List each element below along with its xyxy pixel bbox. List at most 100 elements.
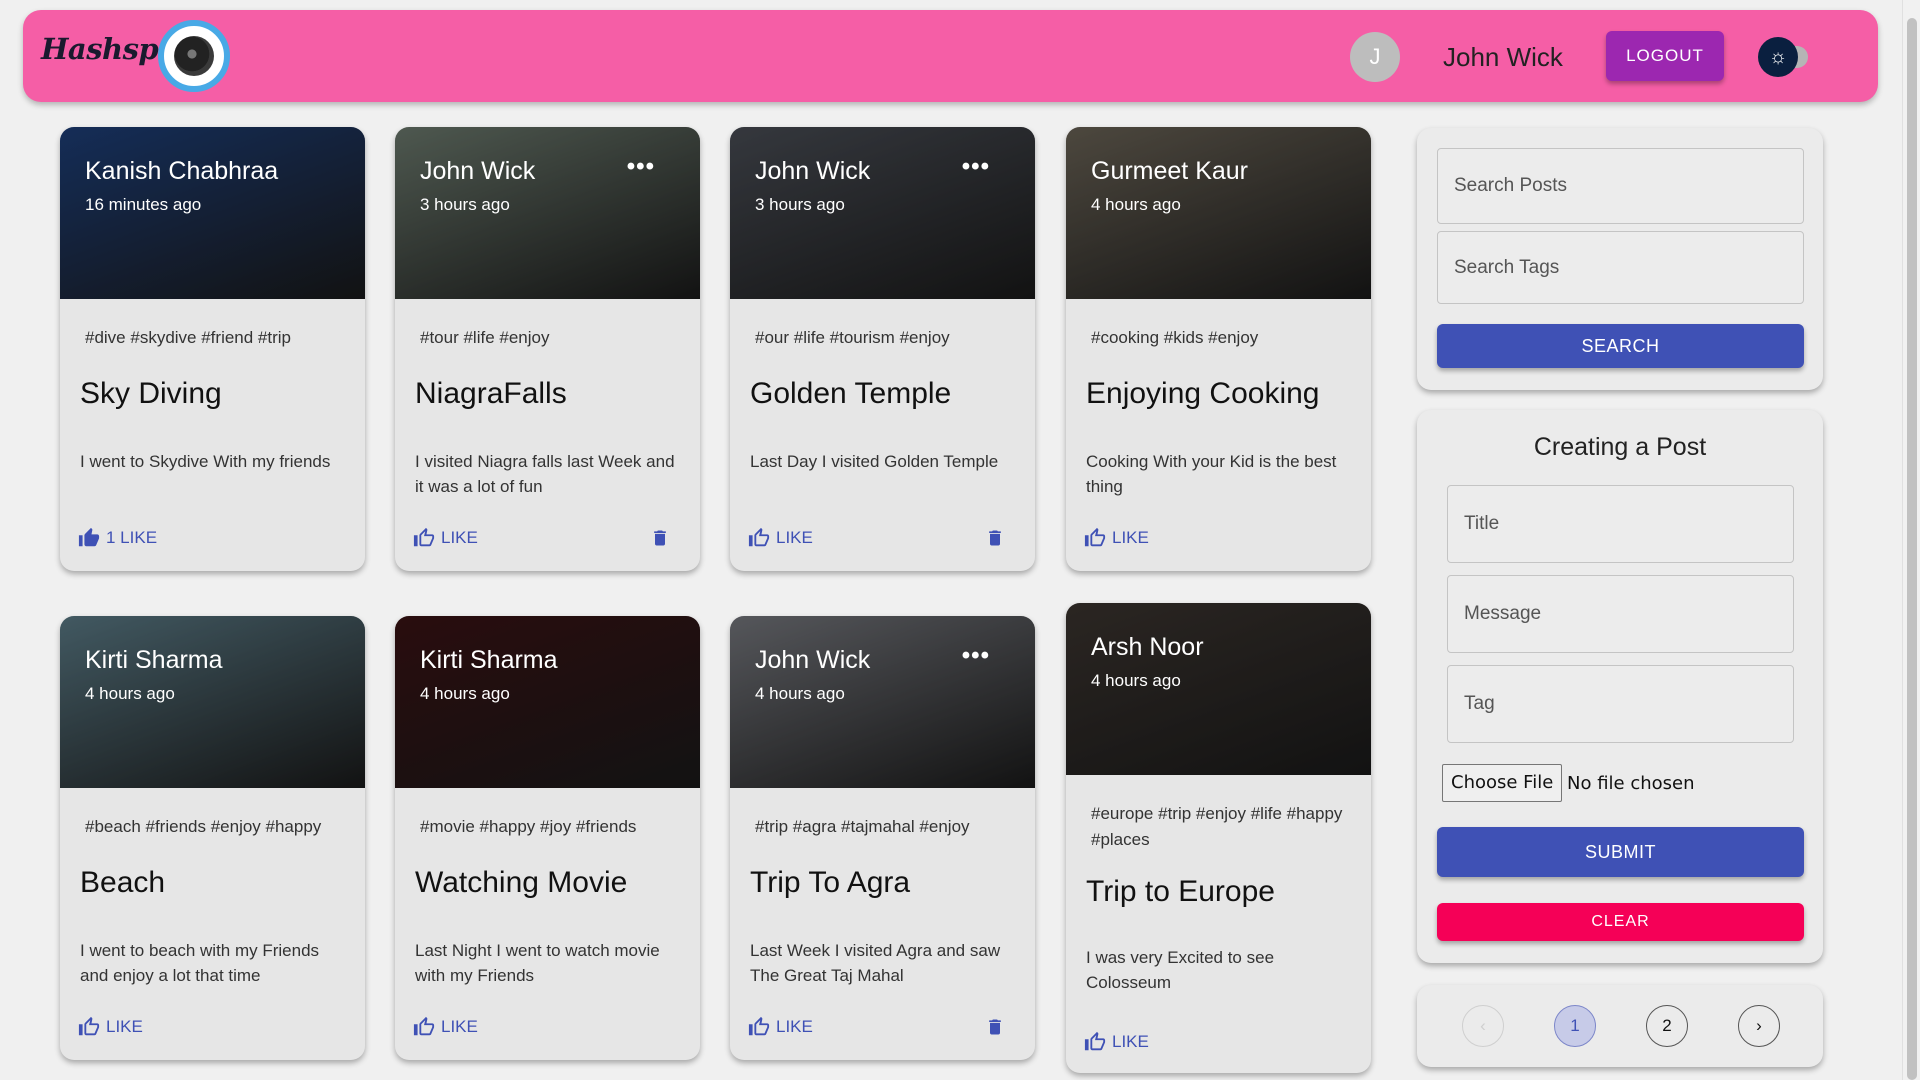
search-tags-placeholder: Search Tags [1454,256,1560,278]
delete-icon[interactable] [985,1016,1005,1038]
post-title: Enjoying Cooking [1086,377,1320,410]
page-scrollbar[interactable] [1902,0,1920,1080]
file-status: No file chosen [1567,773,1695,794]
thumb-up-outline-icon [413,527,435,547]
post-tags: #cooking #kids #enjoy [1091,328,1259,347]
thumb-up-outline-icon [413,1016,435,1036]
title-input[interactable]: Title [1447,485,1794,563]
post-time: 3 hours ago [755,195,845,214]
post-tags: #trip #agra #tajmahal #enjoy [755,817,970,836]
like-button[interactable]: LIKE [413,1016,478,1038]
search-button[interactable]: SEARCH [1437,324,1804,368]
post-author: Kanish Chabhraa [85,157,279,185]
post-author: John Wick [755,157,871,185]
post-card[interactable]: John Wick 4 hours ago ••• #trip #agra #tajm… [730,616,1035,1060]
post-tags: #our #life #tourism #enjoy [755,328,950,347]
post-author: John Wick [755,646,871,674]
like-button[interactable]: LIKE [748,527,813,549]
post-time: 16 minutes ago [85,195,202,214]
post-message: Last Day I visited Golden Temple [750,452,999,471]
post-title: Trip to Europe [1086,875,1275,908]
pagination-panel: ‹ 1 2 › [1417,985,1823,1067]
post-author: Gurmeet Kaur [1091,157,1249,185]
post-tags: #dive #skydive #friend #trip [85,328,292,347]
post-author: Arsh Noor [1091,633,1204,661]
message-input[interactable]: Message [1447,575,1794,653]
logout-button[interactable]: LOGOUT [1606,31,1724,81]
post-time: 4 hours ago [420,684,510,703]
page-button-2[interactable]: 2 [1646,1005,1688,1047]
post-time: 3 hours ago [420,195,510,214]
delete-button[interactable] [650,527,670,549]
search-tags-input[interactable]: Search Tags [1437,231,1804,304]
username: John Wick [1443,42,1563,72]
post-author: Kirti Sharma [85,646,223,674]
post-message: Last Week I visited Agra and saw The Gre… [750,941,1001,985]
post-card[interactable]: John Wick 3 hours ago ••• #tour #life #enjo… [395,127,700,571]
post-title: Watching Movie [415,866,628,899]
like-label: LIKE [441,1017,478,1036]
message-placeholder: Message [1464,603,1542,624]
search-posts-placeholder: Search Posts [1454,175,1567,196]
more-options-icon[interactable]: ••• [962,153,990,181]
post-title: Beach [80,866,166,899]
post-tags: #tour #life #enjoy [420,328,550,347]
post-card[interactable]: Arsh Noor 4 hours ago #europe #trip #enjoy… [1066,603,1371,1073]
post-time: 4 hours ago [1091,195,1181,214]
like-button[interactable]: LIKE [78,1016,143,1038]
post-author: Kirti Sharma [420,646,558,674]
like-label: LIKE [106,1017,143,1036]
post-card[interactable]: Kanish Chabhraa 16 minutes ago #dive #skyd… [60,127,365,571]
post-tags: #beach #friends #enjoy #happy [85,817,322,836]
tag-placeholder: Tag [1464,693,1495,714]
delete-icon[interactable] [985,527,1005,549]
delete-button[interactable] [985,1016,1005,1038]
like-button[interactable]: LIKE [1084,527,1149,549]
post-time: 4 hours ago [755,684,845,703]
like-label: LIKE [776,528,813,547]
like-label: LIKE [776,1017,813,1036]
post-message: Last Night I went to watch movie with my… [415,941,660,985]
post-author: John Wick [420,157,536,185]
prev-page-button[interactable]: ‹ [1462,1005,1504,1047]
post-card[interactable]: Kirti Sharma 4 hours ago #beach #friends #… [60,616,365,1060]
like-button[interactable]: LIKE [748,1016,813,1038]
next-page-button[interactable]: › [1738,1005,1780,1047]
post-title: Sky Diving [80,377,222,410]
submit-button[interactable]: SUBMIT [1437,827,1804,877]
tag-input[interactable]: Tag [1447,665,1794,743]
post-card[interactable]: Kirti Sharma 4 hours ago #movie #happy #jo… [395,616,700,1060]
page-button-1[interactable]: 1 [1554,1005,1596,1047]
like-button[interactable]: LIKE [413,527,478,549]
post-time: 4 hours ago [85,684,175,703]
post-card[interactable]: Gurmeet Kaur 4 hours ago #cooking #kids #e… [1066,127,1371,571]
search-posts-input[interactable]: Search Posts [1437,148,1804,224]
more-options-icon[interactable]: ••• [962,642,990,670]
thumb-up-icon [78,527,100,547]
delete-icon[interactable] [650,527,670,549]
app-header: Hashspot J John Wick LOGOUT ☼ [23,10,1878,102]
post-message: Cooking With your Kid is the best thing [1086,452,1337,496]
title-placeholder: Title [1464,513,1500,534]
post-card[interactable]: John Wick 3 hours ago ••• #our #life #touri… [730,127,1035,571]
sun-icon[interactable]: ☼ [1758,37,1798,77]
thumb-up-outline-icon [78,1016,100,1036]
thumb-up-outline-icon [1084,527,1106,547]
theme-toggle[interactable]: ☼ [1758,37,1808,77]
delete-button[interactable] [985,527,1005,549]
like-button[interactable]: 1 LIKE [78,527,157,549]
scrollbar-thumb[interactable] [1907,18,1917,1080]
clear-button[interactable]: CLEAR [1437,903,1804,941]
post-message: I went to Skydive With my friends [80,452,331,471]
post-message: I visited Niagra falls last Week and it … [415,452,675,496]
post-title: Trip To Agra [750,866,911,899]
like-label: LIKE [1112,528,1149,547]
like-button[interactable]: LIKE [1084,1031,1149,1053]
create-post-panel: Creating a Post Title Message Tag Choose… [1417,410,1823,963]
avatar[interactable]: J [1350,32,1400,82]
form-heading: Creating a Post [1533,433,1707,461]
more-options-icon[interactable]: ••• [627,153,655,181]
search-panel: Search Posts Search Tags SEARCH [1417,128,1823,390]
choose-file-button[interactable]: Choose File [1442,764,1563,802]
camera-lens-icon [158,20,230,92]
